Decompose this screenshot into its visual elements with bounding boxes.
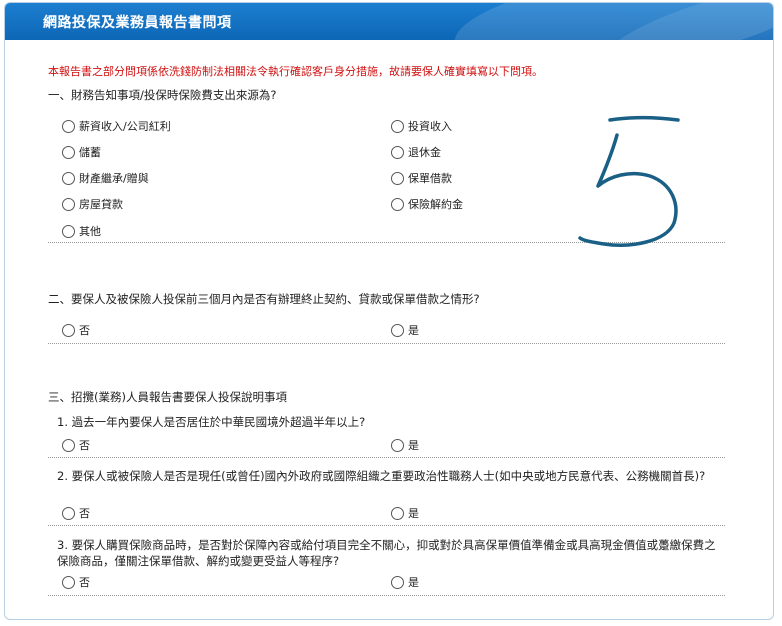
q3-item-3-yes[interactable]: 是: [391, 574, 419, 590]
q2-option-yes[interactable]: 是: [391, 322, 419, 338]
q1-option-investment[interactable]: 投資收入: [391, 118, 452, 134]
q2-heading: 二、要保人及被保險人投保前三個月內是否有辦理終止契約、貸款或保單借款之情形?: [48, 292, 480, 306]
q3-item-1-yes[interactable]: 是: [391, 437, 419, 453]
radio-button[interactable]: [391, 171, 404, 185]
radio-button[interactable]: [62, 171, 75, 185]
form-title: 網路投保及業務員報告書問項: [43, 15, 232, 31]
radio-button[interactable]: [391, 323, 404, 337]
q3-item-2-yes[interactable]: 是: [391, 505, 419, 521]
radio-button[interactable]: [62, 438, 75, 452]
q3-item-1-text: 1. 過去一年內要保人是否居住於中華民國境外超過半年以上?: [57, 415, 366, 429]
radio-button[interactable]: [62, 224, 75, 238]
q1-option-inheritance[interactable]: 財產繼承/贈與: [62, 170, 149, 186]
q1-option-mortgage[interactable]: 房屋貸款: [62, 196, 123, 212]
divider: [48, 525, 725, 526]
q3-item-3-text: 3. 要保人購買保險商品時，是否對於保障內容或給付項目完全不關心，抑或對於具高保…: [57, 538, 716, 568]
divider: [48, 343, 725, 344]
q3-item-3-no[interactable]: 否: [62, 574, 90, 590]
divider: [48, 595, 725, 596]
q1-option-salary[interactable]: 薪資收入/公司紅利: [62, 118, 171, 134]
radio-button[interactable]: [391, 145, 404, 159]
handwritten-five-annotation: [578, 116, 680, 247]
radio-button[interactable]: [391, 119, 404, 133]
q1-option-policy-loan[interactable]: 保單借款: [391, 170, 452, 186]
divider: [48, 457, 725, 458]
radio-button[interactable]: [62, 145, 75, 159]
form-header: 網路投保及業務員報告書問項: [5, 3, 773, 40]
q1-option-savings[interactable]: 儲蓄: [62, 144, 101, 160]
radio-button[interactable]: [62, 323, 75, 337]
q1-option-other[interactable]: 其他: [62, 223, 101, 239]
radio-button[interactable]: [391, 197, 404, 211]
radio-button[interactable]: [391, 438, 404, 452]
aml-notice: 本報告書之部分問項係依洗錢防制法相關法令執行確認客戶身分措施，故請要保人確實填寫…: [48, 65, 543, 78]
q3-item-2-no[interactable]: 否: [62, 505, 90, 521]
q3-heading: 三、招攬(業務)人員報告書要保人投保說明事項: [48, 390, 287, 404]
radio-button[interactable]: [391, 575, 404, 589]
radio-button[interactable]: [391, 506, 404, 520]
q1-heading: 一、財務告知事項/投保時保險費支出來源為?: [48, 88, 277, 102]
q3-item-2-text: 2. 要保人或被保險人是否是現任(或曾任)國內外政府或國際組織之重要政治性職務人…: [57, 469, 706, 483]
q2-option-no[interactable]: 否: [62, 322, 90, 338]
radio-button[interactable]: [62, 197, 75, 211]
radio-button[interactable]: [62, 119, 75, 133]
q3-item-1-no[interactable]: 否: [62, 437, 90, 453]
radio-button[interactable]: [62, 506, 75, 520]
radio-button[interactable]: [62, 575, 75, 589]
q1-option-pension[interactable]: 退休金: [391, 144, 441, 160]
q1-option-surrender[interactable]: 保險解約金: [391, 196, 463, 212]
